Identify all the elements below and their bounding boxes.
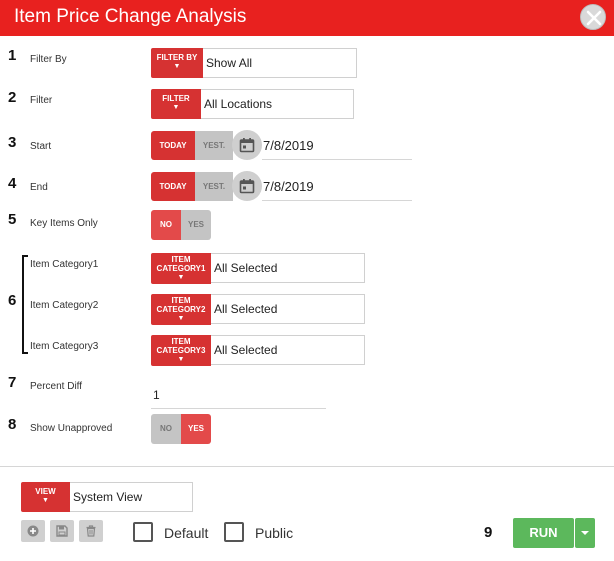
category1-button-line1: ITEM — [171, 255, 191, 264]
start-label: Start — [30, 141, 52, 152]
default-checkbox[interactable] — [133, 522, 153, 542]
close-button[interactable] — [580, 4, 606, 30]
calendar-icon — [239, 138, 255, 153]
category2-label: Item Category2 — [30, 300, 99, 311]
caret-down-icon: ▼ — [177, 315, 185, 322]
key-items-label: Key Items Only — [30, 218, 98, 229]
public-checkbox-label: Public — [255, 525, 294, 541]
view-button[interactable]: VIEW ▼ — [21, 482, 70, 512]
save-icon — [56, 525, 68, 537]
key-items-no-toggle[interactable]: NO — [151, 210, 181, 240]
step-number-2: 2 — [8, 89, 17, 106]
caret-down-icon: ▼ — [177, 356, 185, 363]
caret-down-icon: ▼ — [172, 104, 180, 111]
caret-down-icon: ▼ — [173, 63, 181, 70]
percent-diff-label: Percent Diff — [30, 381, 83, 392]
filter-by-select[interactable]: Show All — [203, 48, 357, 78]
public-checkbox[interactable] — [224, 522, 244, 542]
run-options-button[interactable] — [575, 518, 595, 548]
start-date-underline — [262, 159, 412, 160]
view-button-label: VIEW — [35, 487, 56, 496]
category3-label: Item Category3 — [30, 341, 99, 352]
filter-label: Filter — [30, 95, 53, 106]
show-unapproved-label: Show Unapproved — [30, 423, 113, 434]
footer-divider — [0, 466, 614, 467]
run-button[interactable]: RUN — [513, 518, 574, 548]
end-calendar-button[interactable] — [232, 171, 262, 201]
category-group-bracket — [22, 255, 28, 354]
step-number-5: 5 — [8, 211, 17, 228]
show-unapproved-yes-toggle[interactable]: YES — [181, 414, 211, 444]
item-category3-button[interactable]: ITEM CATEGORY3 ▼ — [151, 335, 211, 366]
step-number-7: 7 — [8, 374, 17, 391]
caret-down-icon — [581, 531, 589, 535]
step-number-3: 3 — [8, 134, 17, 151]
save-view-button[interactable] — [50, 520, 74, 542]
end-today-button[interactable]: TODAY — [151, 172, 195, 201]
category3-button-line2: CATEGORY3 — [156, 346, 206, 355]
calendar-icon — [239, 179, 255, 194]
filter-by-label: Filter By — [30, 54, 67, 65]
filter-select[interactable]: All Locations — [201, 89, 354, 119]
category1-select[interactable]: All Selected — [211, 253, 365, 283]
caret-down-icon: ▼ — [42, 497, 49, 504]
add-view-button[interactable] — [21, 520, 45, 542]
category2-button-line2: CATEGORY2 — [156, 305, 206, 314]
step-number-8: 8 — [8, 416, 17, 433]
close-x-icon — [586, 10, 602, 26]
category3-button-line1: ITEM — [171, 337, 191, 346]
category2-button-line1: ITEM — [171, 296, 191, 305]
category1-button-line2: CATEGORY1 — [156, 264, 206, 273]
step-number-4: 4 — [8, 175, 17, 192]
key-items-yes-toggle[interactable]: YES — [181, 210, 211, 240]
start-date-value[interactable]: 7/8/2019 — [263, 138, 314, 153]
show-unapproved-no-toggle[interactable]: NO — [151, 414, 181, 444]
filter-by-button[interactable]: FILTER BY ▼ — [151, 48, 203, 78]
item-category2-button[interactable]: ITEM CATEGORY2 ▼ — [151, 294, 211, 325]
percent-diff-input[interactable]: 1 — [153, 388, 160, 402]
end-date-value[interactable]: 7/8/2019 — [263, 179, 314, 194]
end-yesterday-button[interactable]: YEST. — [195, 172, 233, 201]
default-checkbox-label: Default — [164, 525, 209, 541]
window-title: Item Price Change Analysis — [14, 6, 247, 27]
start-yesterday-button[interactable]: YEST. — [195, 131, 233, 160]
title-bar: Item Price Change Analysis — [0, 0, 614, 36]
start-calendar-button[interactable] — [232, 130, 262, 160]
view-select[interactable]: System View — [70, 482, 193, 512]
delete-view-button[interactable] — [79, 520, 103, 542]
step-number-9: 9 — [484, 524, 493, 541]
category3-select[interactable]: All Selected — [211, 335, 365, 365]
end-date-underline — [262, 200, 412, 201]
percent-diff-underline — [151, 408, 326, 409]
category1-label: Item Category1 — [30, 259, 99, 270]
category2-select[interactable]: All Selected — [211, 294, 365, 324]
caret-down-icon: ▼ — [177, 274, 185, 281]
filter-button-label: FILTER — [162, 94, 190, 103]
add-icon — [27, 525, 39, 537]
filter-by-button-label: FILTER BY — [156, 53, 198, 62]
filter-button[interactable]: FILTER ▼ — [151, 89, 201, 119]
item-category1-button[interactable]: ITEM CATEGORY1 ▼ — [151, 253, 211, 284]
step-number-6: 6 — [8, 292, 17, 309]
delete-icon — [86, 525, 96, 537]
start-today-button[interactable]: TODAY — [151, 131, 195, 160]
end-label: End — [30, 182, 48, 193]
step-number-1: 1 — [8, 47, 17, 64]
